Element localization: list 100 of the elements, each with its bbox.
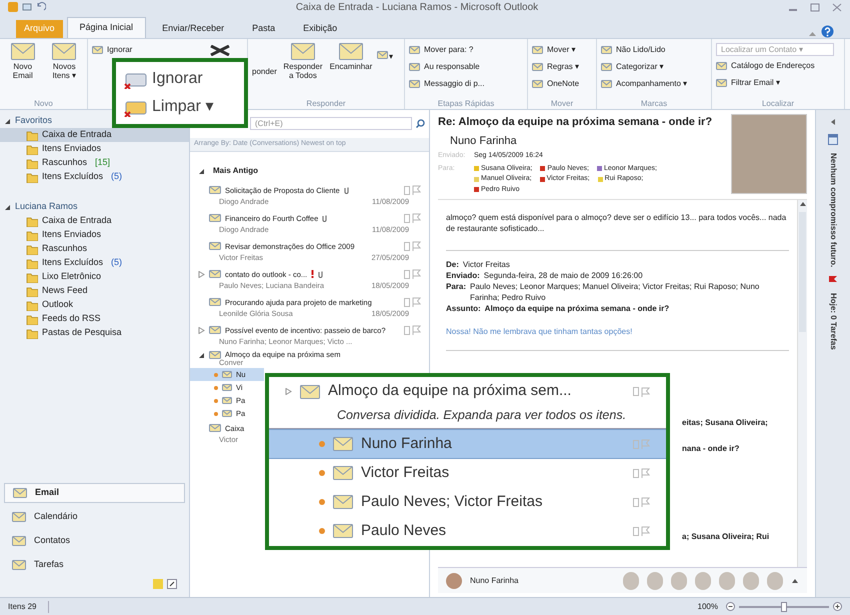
category-box-icon[interactable] <box>633 468 639 478</box>
ribbon-button[interactable]: Messaggio di p... <box>409 77 484 91</box>
conversation-header[interactable]: Almoço da equipe na próxima sem... <box>269 377 666 406</box>
folder-group-header[interactable]: Luciana Ramos <box>0 200 82 214</box>
zoom-out-icon[interactable] <box>726 602 735 611</box>
ribbon-button[interactable]: Regras ▾ <box>532 60 580 74</box>
ribbon-button[interactable]: Au responsable <box>409 60 484 74</box>
nav-button[interactable]: Email <box>4 483 185 503</box>
folder-item[interactable]: Outlook <box>0 298 189 312</box>
folder-item[interactable]: Lixo Eletrônico <box>0 270 189 284</box>
ribbon-button[interactable]: Não Lido/Lido <box>601 43 688 57</box>
ribbon-tab[interactable]: Pasta <box>240 20 288 38</box>
note-icon[interactable] <box>153 579 163 589</box>
ribbon-button[interactable]: Encaminhar <box>328 43 373 98</box>
flag-outline-icon[interactable] <box>641 526 650 536</box>
flag-outline-icon[interactable] <box>412 269 421 280</box>
conversation-message[interactable]: Victor Freitas <box>269 458 666 488</box>
ribbon-button[interactable]: Categorizar ▾ <box>601 60 688 74</box>
folder-item[interactable]: Rascunhos <box>0 242 189 256</box>
folder-item[interactable]: News Feed <box>0 284 189 298</box>
folder-group-header[interactable]: Favoritos <box>0 114 56 128</box>
flag-outline-icon[interactable] <box>412 185 421 196</box>
category-box-icon[interactable] <box>633 440 639 449</box>
ribbon-button[interactable]: Catálogo de Endereços <box>716 59 834 73</box>
bullet-icon <box>319 470 325 476</box>
expand-todo-icon[interactable] <box>830 118 836 126</box>
ribbon-button[interactable]: Limpar ▾ <box>124 95 236 119</box>
ribbon-button[interactable]: Ignorar <box>124 67 236 91</box>
folder-item[interactable]: Itens Enviados <box>0 228 189 242</box>
ribbon-button[interactable]: Mover para: ? <box>409 43 484 57</box>
expanded-triangle-icon[interactable] <box>198 168 205 174</box>
flag-outline-icon[interactable] <box>641 439 650 450</box>
send-receive-icon[interactable] <box>22 2 32 12</box>
shortcut-icon[interactable] <box>167 579 177 589</box>
flag-outline-icon[interactable] <box>412 297 421 308</box>
maximize-icon[interactable] <box>810 2 820 12</box>
category-box-icon[interactable] <box>404 298 410 307</box>
ribbon-button[interactable]: ▾ <box>376 43 393 98</box>
category-box-icon[interactable] <box>404 186 410 195</box>
folder-item[interactable]: Rascunhos [15] <box>0 156 189 170</box>
nav-button[interactable]: Calendário <box>4 507 185 527</box>
collapsed-triangle-icon[interactable] <box>198 326 205 334</box>
folder-item[interactable]: Itens Enviados <box>0 142 189 156</box>
expand-people-icon[interactable] <box>791 576 799 584</box>
folder-item[interactable]: Itens Excluídos (5) <box>0 170 189 184</box>
ribbon-button[interactable]: Novo Email <box>4 43 42 98</box>
ribbon-button[interactable]: Responder a Todos <box>280 43 325 98</box>
collapsed-triangle-icon[interactable] <box>198 270 205 278</box>
conversation-message[interactable]: Paulo Neves; Victor Freitas <box>269 488 666 517</box>
ribbon-button[interactable]: Filtrar Email ▾ <box>716 76 834 90</box>
ribbon-tab[interactable]: Página Inicial <box>66 17 146 38</box>
category-box-icon[interactable] <box>404 270 410 279</box>
close-icon[interactable] <box>832 2 842 12</box>
folder-item[interactable]: Itens Excluídos (5) <box>0 256 189 270</box>
nav-button[interactable]: Tarefas <box>4 555 185 575</box>
delete-x-icon[interactable] <box>209 45 231 56</box>
quoted-body: Nossa! Não me lembrava que tinham tantas opções! <box>446 326 634 338</box>
ribbon-button[interactable]: Mover ▾ <box>532 43 580 57</box>
category-box-icon[interactable] <box>404 242 410 251</box>
ribbon-tab[interactable]: Enviar/Receber <box>150 20 236 38</box>
scroll-up-icon[interactable] <box>798 200 806 208</box>
folder-item[interactable]: Caixa de Entrada <box>0 214 189 228</box>
slider-thumb[interactable] <box>781 602 787 612</box>
ribbon-button[interactable]: Novos Itens ▾ <box>46 43 83 98</box>
ribbon-group-label: Mover <box>550 98 574 109</box>
zoom-in-icon[interactable] <box>833 602 842 611</box>
scrollbar[interactable] <box>797 200 807 567</box>
expanded-triangle-icon[interactable] <box>4 204 11 210</box>
category-box-icon[interactable] <box>633 387 639 396</box>
expanded-triangle-icon[interactable] <box>4 118 11 124</box>
search-field[interactable]: (Ctrl+E) <box>250 116 412 130</box>
ribbon-button[interactable]: Acompanhamento ▾ <box>601 77 688 91</box>
flag-outline-icon[interactable] <box>641 468 650 478</box>
scrollbar-thumb[interactable] <box>799 212 806 332</box>
ribbon-tab[interactable]: Exibição <box>291 20 350 38</box>
undo-icon[interactable] <box>36 2 46 12</box>
ribbon-button[interactable]: Ignorar <box>92 43 132 57</box>
category-box-icon[interactable] <box>633 526 639 536</box>
ribbon-button[interactable]: ponder <box>252 67 277 76</box>
conversation-message[interactable]: Nuno Farinha <box>269 429 666 459</box>
search-icon[interactable] <box>416 118 425 128</box>
category-box-icon[interactable] <box>404 326 410 335</box>
folder-item[interactable]: Feeds do RSS <box>0 312 189 326</box>
folder-item[interactable]: Pastas de Pesquisa <box>0 326 189 340</box>
folder-item[interactable]: Caixa de Entrada <box>0 128 189 142</box>
flag-outline-icon[interactable] <box>412 241 421 252</box>
flag-outline-icon[interactable] <box>641 386 650 397</box>
category-box-icon[interactable] <box>633 498 639 507</box>
nav-button[interactable]: Contatos <box>4 531 185 551</box>
window-title: Caixa de Entrada - Luciana Ramos - Microsoft Outlook <box>294 0 540 14</box>
flag-outline-icon[interactable] <box>641 497 650 508</box>
category-box-icon[interactable] <box>404 214 410 223</box>
collapsed-triangle-icon[interactable] <box>285 388 292 396</box>
conversation-message[interactable]: Paulo Neves <box>269 516 666 546</box>
flag-outline-icon[interactable] <box>412 325 421 336</box>
expanded-triangle-icon[interactable] <box>198 352 205 358</box>
ribbon-button[interactable]: OneNote <box>532 77 580 91</box>
help-icon[interactable] <box>821 25 834 38</box>
quoted-header-label: Para: <box>446 281 466 293</box>
flag-outline-icon[interactable] <box>412 213 421 224</box>
